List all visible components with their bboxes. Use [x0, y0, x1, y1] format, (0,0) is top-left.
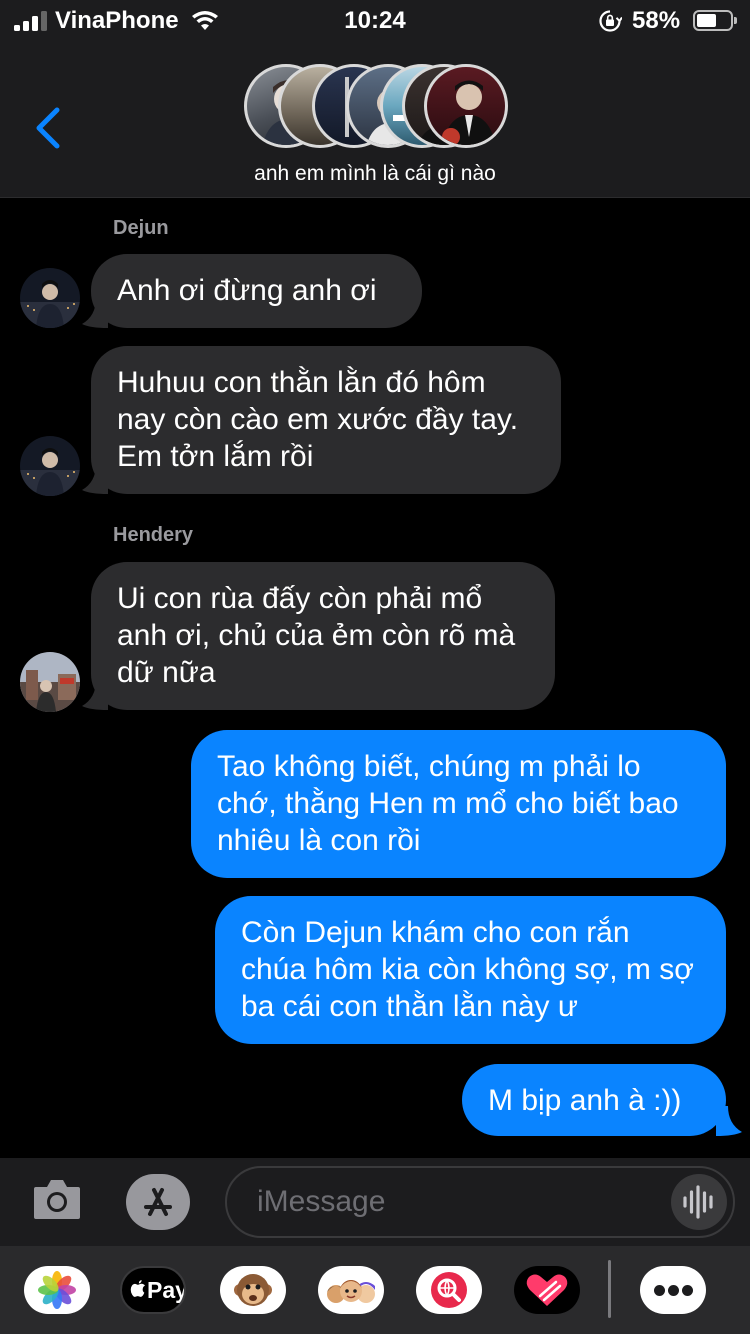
battery-percent: 58% [632, 7, 681, 34]
monkey-animoji-icon[interactable] [220, 1266, 286, 1314]
apple-pay-icon[interactable]: Pay [120, 1266, 186, 1314]
memoji-stickers-icon[interactable] [318, 1266, 384, 1314]
sender-avatar-dejun[interactable] [20, 268, 80, 328]
sender-name: Hendery [113, 524, 194, 546]
compose-bar [0, 1158, 750, 1246]
battery-icon [693, 10, 737, 31]
web-search-icon[interactable] [416, 1266, 482, 1314]
message-input[interactable] [257, 1180, 657, 1224]
incoming-message-bubble[interactable]: Ui con rùa đấy còn phải mổ anh ơi, chủ c… [91, 562, 555, 710]
waveform-icon[interactable] [671, 1174, 727, 1230]
photos-icon[interactable] [24, 1266, 90, 1314]
message-field[interactable] [225, 1166, 735, 1238]
sender-name: Dejun [113, 217, 169, 239]
incoming-message-bubble[interactable]: Huhuu con thằn lằn đó hôm nay còn cào em… [91, 346, 561, 494]
app-drawer: Pay [0, 1246, 750, 1334]
digital-touch-icon[interactable] [514, 1266, 580, 1314]
status-bar: VinaPhone 10:24 58% [0, 0, 750, 42]
bubble-tail [716, 1106, 742, 1136]
message-text: Anh ơi đừng anh ơi [117, 274, 377, 307]
group-avatar-stack[interactable] [244, 64, 508, 148]
bubble-tail [82, 680, 108, 710]
message-text: Còn Dejun khám cho con rắn chúa hôm kia … [241, 916, 694, 1023]
message-text: M bịp anh à :)) [488, 1084, 682, 1117]
app-store-icon[interactable] [126, 1174, 190, 1230]
drawer-divider [608, 1260, 611, 1318]
sender-avatar-dejun[interactable] [20, 436, 80, 496]
message-text: Tao không biết, chúng m phải lo chớ, thằ… [217, 750, 679, 857]
outgoing-message-bubble[interactable]: Còn Dejun khám cho con rắn chúa hôm kia … [215, 896, 726, 1044]
apple-pay-label: Pay [147, 1277, 186, 1303]
conversation-header: anh em mình là cái gì nào [0, 42, 750, 198]
incoming-message-bubble[interactable]: Anh ơi đừng anh ơi [91, 254, 422, 328]
message-text: Ui con rùa đấy còn phải mổ anh ơi, chủ c… [117, 582, 516, 689]
bubble-tail [82, 298, 108, 328]
rotation-lock-icon [599, 10, 622, 32]
bubble-tail [82, 464, 108, 494]
chevron-left-icon[interactable] [30, 104, 66, 152]
more-icon[interactable] [640, 1266, 706, 1314]
message-text: Huhuu con thằn lằn đó hôm nay còn cào em… [117, 366, 519, 473]
group-name[interactable]: anh em mình là cái gì nào [0, 162, 750, 186]
outgoing-message-bubble[interactable]: M bịp anh à :)) [462, 1064, 726, 1136]
member-avatar [424, 64, 508, 148]
sender-avatar-hendery[interactable] [20, 652, 80, 712]
camera-icon[interactable] [32, 1177, 82, 1221]
outgoing-message-bubble[interactable]: Tao không biết, chúng m phải lo chớ, thằ… [191, 730, 726, 878]
